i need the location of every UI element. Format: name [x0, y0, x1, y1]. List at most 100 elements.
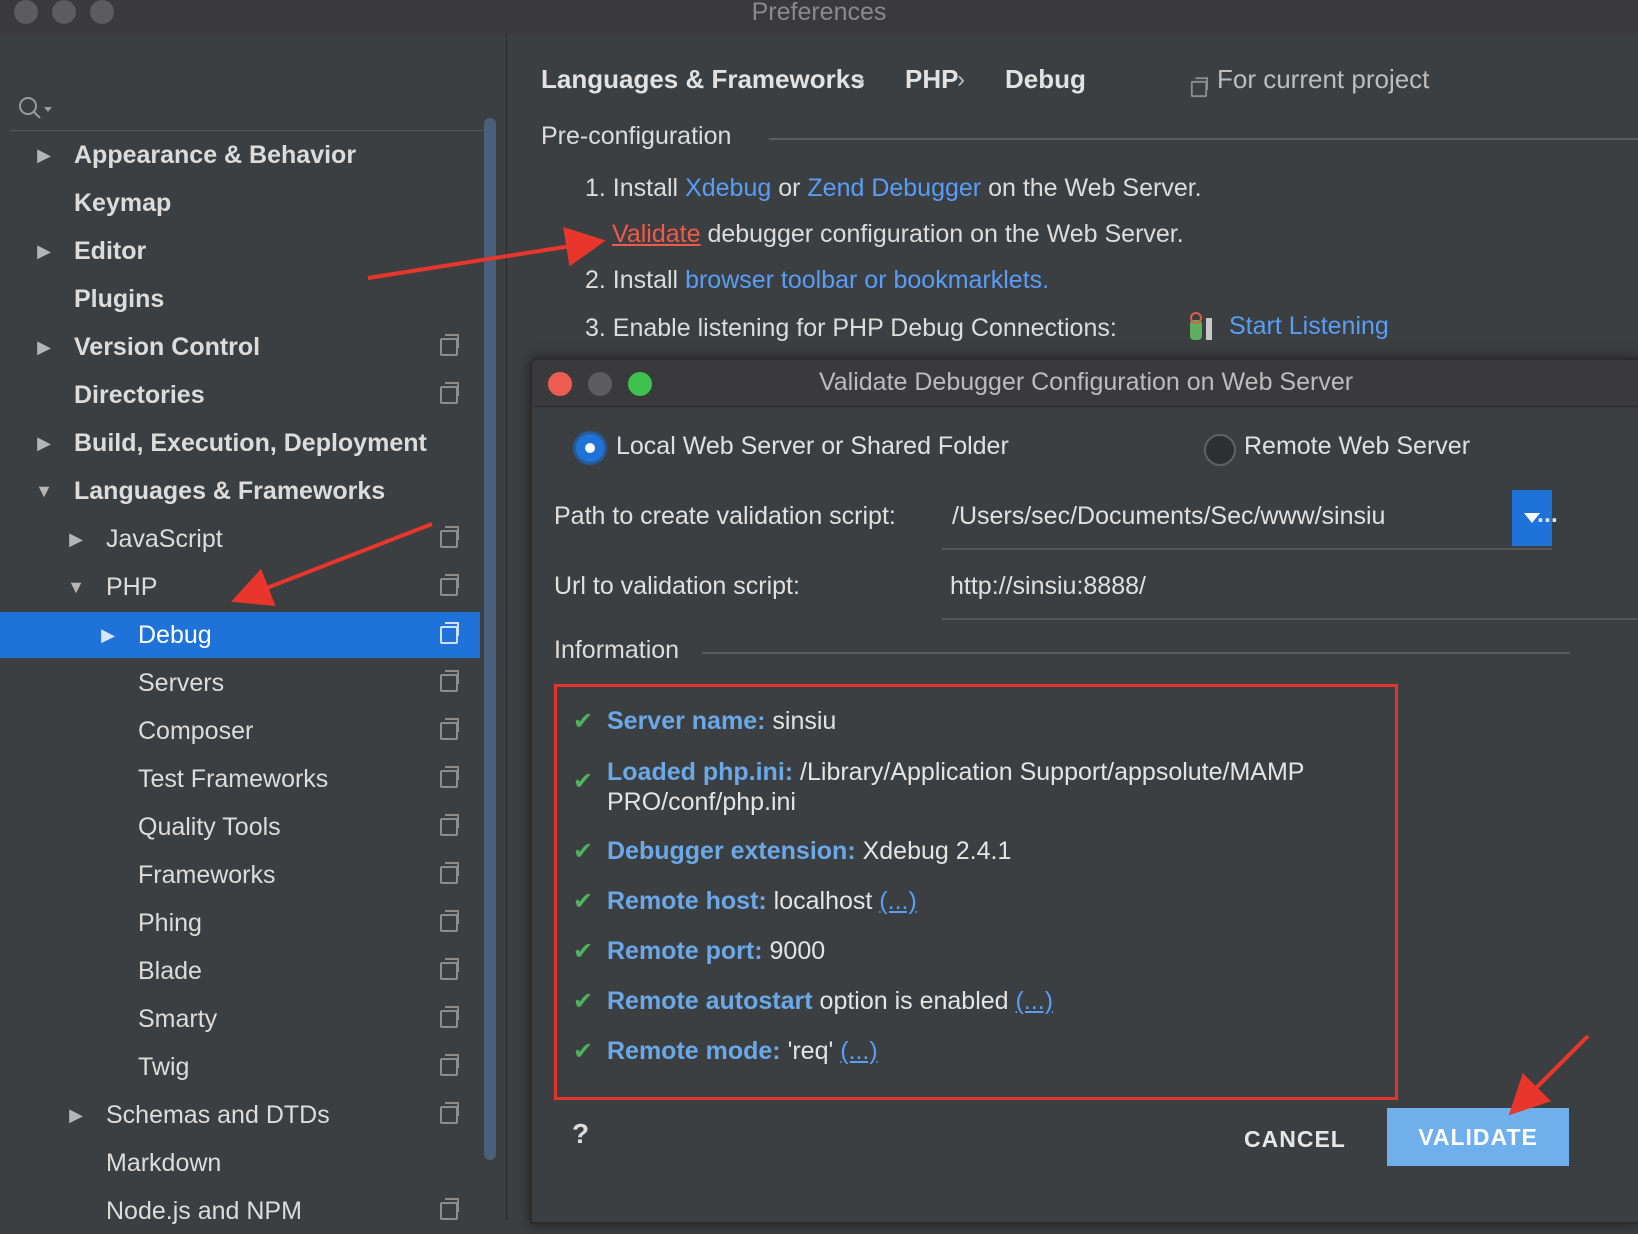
- radio-local-server[interactable]: [576, 434, 604, 462]
- preconfig-validate-line: Validate debugger configuration on the W…: [612, 220, 1184, 249]
- collapsed-arrow-icon[interactable]: ▶: [34, 132, 54, 178]
- collapsed-arrow-icon[interactable]: ▶: [34, 228, 54, 274]
- validate-debugger-dialog: Validate Debugger Configuration on Web S…: [530, 358, 1638, 1224]
- project-scope-icon: [440, 958, 459, 980]
- cancel-button[interactable]: CANCEL: [1244, 1126, 1346, 1153]
- breadcrumb-separator: ›: [957, 66, 965, 93]
- step-text: or: [771, 174, 808, 202]
- check-icon: ✔: [573, 708, 594, 735]
- check-icon: ✔: [573, 838, 594, 865]
- start-listening-link[interactable]: Start Listening: [1229, 312, 1389, 341]
- info-key: Remote mode:: [607, 1037, 781, 1065]
- sidebar-item-label: Twig: [138, 1053, 190, 1081]
- sidebar-item-label: Schemas and DTDs: [106, 1101, 330, 1129]
- info-key: Remote autostart: [607, 987, 813, 1015]
- help-button[interactable]: ?: [572, 1118, 589, 1150]
- settings-search-input[interactable]: [10, 84, 494, 131]
- search-icon: [19, 97, 52, 119]
- info-value: sinsiu: [765, 707, 837, 735]
- breadcrumb-languages[interactable]: Languages & Frameworks: [541, 64, 865, 95]
- sidebar-item-label: JavaScript: [106, 525, 223, 553]
- sidebar-item-smarty[interactable]: Smarty: [0, 996, 480, 1042]
- collapsed-arrow-icon[interactable]: ▶: [66, 1092, 86, 1138]
- info-value: 'req': [780, 1037, 841, 1065]
- expanded-arrow-icon[interactable]: ▼: [66, 564, 86, 610]
- sidebar-item-test-frameworks[interactable]: Test Frameworks: [0, 756, 480, 802]
- collapsed-arrow-icon[interactable]: ▶: [66, 516, 86, 562]
- more-details-link[interactable]: (...): [879, 887, 917, 915]
- sidebar-item-composer[interactable]: Composer: [0, 708, 480, 754]
- sidebar-item-label: Appearance & Behavior: [74, 141, 357, 169]
- sidebar-item-markdown[interactable]: Markdown: [0, 1140, 480, 1186]
- preconfig-section-title: Pre-configuration: [541, 122, 732, 150]
- expanded-arrow-icon[interactable]: ▼: [34, 468, 54, 514]
- sidebar-item-label: Plugins: [74, 285, 165, 313]
- zend-debugger-link[interactable]: Zend Debugger: [807, 174, 981, 202]
- browse-button[interactable]: ...: [1537, 500, 1558, 529]
- sidebar-item-phing[interactable]: Phing: [0, 900, 480, 946]
- sidebar-item-build-execution-deployment[interactable]: ▶ Build, Execution, Deployment: [0, 420, 480, 466]
- sidebar-item-debug[interactable]: ▶ Debug: [0, 612, 480, 658]
- project-scope-icon: [440, 814, 459, 836]
- collapsed-arrow-icon[interactable]: ▶: [34, 324, 54, 370]
- sidebar-item-label: Debug: [138, 621, 212, 649]
- listen-debug-icon: [1190, 312, 1212, 340]
- url-input[interactable]: http://sinsiu:8888/: [950, 572, 1146, 601]
- validate-button[interactable]: VALIDATE: [1387, 1108, 1569, 1166]
- validate-link[interactable]: Validate: [612, 220, 701, 248]
- check-icon: ✔: [573, 1038, 594, 1065]
- project-scope-icon: [440, 1006, 459, 1028]
- sidebar-item-editor[interactable]: ▶ Editor: [0, 228, 480, 274]
- sidebar-item-label: Servers: [138, 669, 225, 697]
- radio-remote-server[interactable]: [1204, 434, 1236, 466]
- browser-toolbar-link[interactable]: browser toolbar or bookmarklets.: [685, 266, 1049, 294]
- section-divider: [702, 652, 1570, 654]
- sidebar-item-node-js-and-npm[interactable]: Node.js and NPM: [0, 1188, 480, 1234]
- information-box: ✔ Server name: sinsiu ✔ Loaded php.ini: …: [554, 684, 1398, 1100]
- radio-local-label[interactable]: Local Web Server or Shared Folder: [616, 432, 1009, 461]
- path-input[interactable]: /Users/sec/Documents/Sec/www/sinsiu: [952, 502, 1385, 531]
- check-icon: ✔: [573, 938, 594, 965]
- project-scope-icon: [440, 382, 459, 404]
- sidebar-item-frameworks[interactable]: Frameworks: [0, 852, 480, 898]
- settings-sidebar: ▶ Appearance & Behavior Keymap ▶ Editor Plugi…: [0, 34, 507, 1225]
- dialog-titlebar: Validate Debugger Configuration on Web S…: [532, 360, 1638, 407]
- sidebar-item-version-control[interactable]: ▶ Version Control: [0, 324, 480, 370]
- sidebar-item-plugins[interactable]: Plugins: [0, 276, 480, 322]
- sidebar-item-quality-tools[interactable]: Quality Tools: [0, 804, 480, 850]
- collapsed-arrow-icon[interactable]: ▶: [98, 612, 118, 658]
- sidebar-scrollbar[interactable]: [484, 118, 496, 1160]
- sidebar-item-languages-frameworks[interactable]: ▼ Languages & Frameworks: [0, 468, 480, 514]
- info-value: option is enabled: [812, 987, 1016, 1015]
- preconfig-step-3: 3. Enable listening for PHP Debug Connec…: [585, 314, 1117, 343]
- sidebar-item-blade[interactable]: Blade: [0, 948, 480, 994]
- sidebar-item-label: Quality Tools: [138, 813, 281, 841]
- breadcrumb-php[interactable]: PHP: [905, 64, 958, 95]
- sidebar-item-servers[interactable]: Servers: [0, 660, 480, 706]
- sidebar-item-php[interactable]: ▼ PHP: [0, 564, 480, 610]
- xdebug-link[interactable]: Xdebug: [685, 174, 771, 202]
- project-scope-icon: [440, 574, 459, 596]
- breadcrumb-debug: Debug: [1005, 64, 1086, 94]
- section-divider: [769, 138, 1638, 140]
- sidebar-item-appearance-behavior[interactable]: ▶ Appearance & Behavior: [0, 132, 480, 178]
- project-scope-icon: [440, 670, 459, 692]
- more-details-link[interactable]: (...): [840, 1037, 878, 1065]
- path-label: Path to create validation script:: [554, 502, 896, 530]
- sidebar-item-label: Blade: [138, 957, 202, 985]
- collapsed-arrow-icon[interactable]: ▶: [34, 420, 54, 466]
- check-icon: ✔: [573, 988, 594, 1015]
- more-details-link[interactable]: (...): [1016, 987, 1054, 1015]
- info-value: 9000: [762, 937, 826, 965]
- sidebar-item-javascript[interactable]: ▶ JavaScript: [0, 516, 480, 562]
- url-label: Url to validation script:: [554, 572, 800, 600]
- dialog-title: Validate Debugger Configuration on Web S…: [818, 368, 1354, 396]
- sidebar-item-twig[interactable]: Twig: [0, 1044, 480, 1090]
- sidebar-item-label: Directories: [74, 381, 205, 409]
- info-key: Server name:: [607, 707, 766, 735]
- radio-remote-label[interactable]: Remote Web Server: [1244, 432, 1470, 461]
- step-text: 2. Install: [585, 266, 686, 294]
- sidebar-item-directories[interactable]: Directories: [0, 372, 480, 418]
- sidebar-item-keymap[interactable]: Keymap: [0, 180, 480, 226]
- sidebar-item-schemas-and-dtds[interactable]: ▶ Schemas and DTDs: [0, 1092, 480, 1138]
